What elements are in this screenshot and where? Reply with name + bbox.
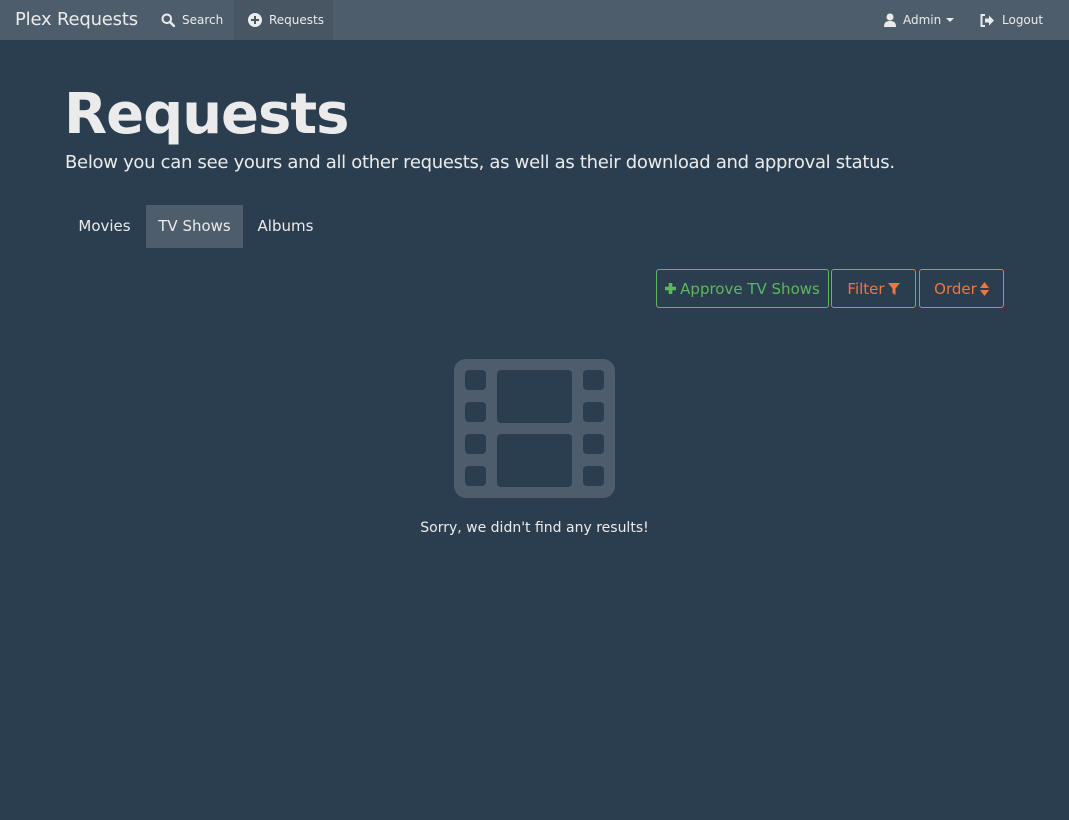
plus-icon xyxy=(665,283,677,294)
approve-tv-shows-button[interactable]: Approve TV Shows xyxy=(656,269,829,308)
plus-circle-icon xyxy=(248,13,262,27)
top-navbar: Plex Requests Search Requests Admin Logo… xyxy=(0,0,1069,40)
tab-tv-shows[interactable]: TV Shows xyxy=(146,205,243,248)
filter-button[interactable]: Filter xyxy=(831,269,916,308)
empty-results-message: Sorry, we didn't find any results! xyxy=(420,520,649,536)
nav-requests-label: Requests xyxy=(269,13,324,27)
caret-down-icon xyxy=(946,18,955,22)
nav-search-label: Search xyxy=(182,13,224,27)
filter-icon xyxy=(887,282,900,295)
user-menu-label: Admin xyxy=(903,13,942,27)
approve-tv-shows-label: Approve TV Shows xyxy=(680,279,820,298)
tab-movies[interactable]: Movies xyxy=(65,205,144,248)
order-label: Order xyxy=(934,279,977,298)
brand-link[interactable]: Plex Requests xyxy=(15,0,138,40)
user-icon xyxy=(884,13,896,27)
filter-label: Filter xyxy=(847,279,885,298)
page-subtitle: Below you can see yours and all other re… xyxy=(65,152,895,173)
tab-albums[interactable]: Albums xyxy=(245,205,326,248)
logout-link[interactable]: Logout xyxy=(966,0,1056,40)
film-icon xyxy=(454,359,615,498)
sort-icon xyxy=(979,281,989,296)
sign-out-icon xyxy=(980,13,994,27)
order-button[interactable]: Order xyxy=(919,269,1004,308)
user-menu-dropdown[interactable]: Admin xyxy=(870,0,966,40)
page-title: Requests xyxy=(64,82,349,147)
logout-label: Logout xyxy=(1002,13,1044,27)
search-icon xyxy=(161,13,175,27)
nav-requests-link[interactable]: Requests xyxy=(234,0,333,40)
nav-search-link[interactable]: Search xyxy=(149,0,234,40)
